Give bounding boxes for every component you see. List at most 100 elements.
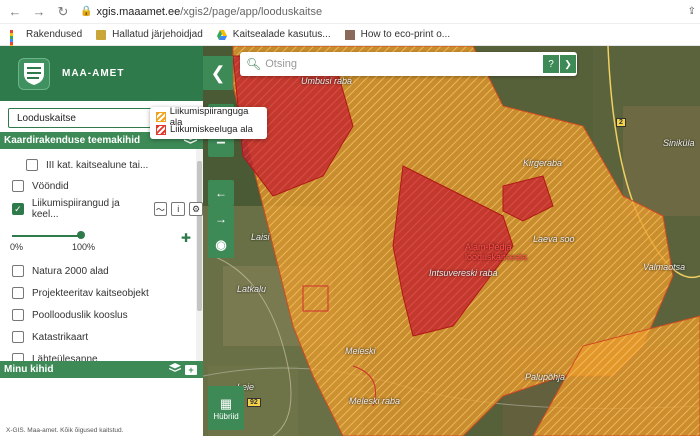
opacity-max-label: 100% [72,242,96,252]
bookmark-label: Rakendused [26,29,83,40]
place-label: Meleski [345,346,376,356]
copyright: X-GIS. Maa-amet. Kõik õigused kaitstud. [6,427,124,434]
legend-item: Liikumiskeeluga ala [156,123,261,136]
place-label: Valmaotsa [643,262,686,272]
layer-label: Liikumispiirangud ja keel... [31,198,120,220]
opacity-slider-knob[interactable] [77,231,85,239]
bookmark-kaitsealade[interactable]: Kaitsealade kasutus... [216,29,331,40]
layer-checkbox[interactable] [12,265,24,277]
basemap-switch-button[interactable]: ▦ Hübriid [208,386,244,430]
layers-stack-icon[interactable] [168,363,182,376]
bookmark-eco-print[interactable]: How to eco-print o... [344,29,451,40]
next-view-button[interactable]: → [208,206,234,232]
apps-grid-icon [10,29,20,57]
place-label: Palupõhja [525,372,566,382]
collapse-sidebar-button[interactable]: ❮ [203,56,233,90]
layer-row[interactable]: Katastrikaart [12,327,88,347]
coat-of-arms-logo [18,57,50,90]
scrollbar[interactable] [196,149,203,371]
info-icon[interactable]: i [171,202,186,216]
protected-area-label: Alam-Pedja [465,242,512,252]
lock-icon: 🔒 [80,6,93,17]
scrollbar-thumb[interactable] [197,161,202,311]
place-label: Meleski raba [349,396,401,406]
place-label: Latkalu [237,284,267,294]
legend-label: Liikumiskeeluga ala [170,124,253,135]
bookmark-label: Kaitsealade kasutus... [232,29,331,40]
layer-row[interactable]: Projekteeritav kaitseobjekt [12,283,149,303]
image-icon [344,29,355,40]
help-button[interactable]: ? [543,55,559,73]
browser-toolbar: ← → ↻ 🔒 xgis.maaamet.ee/xgis2/page/app/l… [0,0,700,24]
sidebar: MAA-AMET Looduskaitse ▼ Kaardirakenduse … [0,46,203,436]
search-placeholder: Otsing [265,58,298,70]
place-label: Intsuvereski raba [429,268,498,278]
layer-row[interactable]: III kat. kaitsealune tai... [26,155,148,175]
layer-row[interactable]: Vööndid [12,176,69,196]
search-icon: 🔍︎ [246,57,262,71]
legend-popup: Liikumispiiranguga ala Liikumiskeeluga a… [150,106,267,139]
place-label: Laeva soo [533,234,575,244]
brand-header: MAA-AMET [0,46,203,101]
theme-select-value: Looduskaitse [17,112,76,124]
bookmark-label: Hallatud järjehoidjad [112,29,203,40]
layer-label: Vööndid [32,180,69,192]
my-layers-title: Minu kihid [4,364,54,375]
opacity-min-label: 0% [10,242,24,252]
layer-checkbox[interactable] [26,159,38,171]
expand-chevron-icon[interactable]: ❯ [560,55,576,73]
settings-icon[interactable]: ⚙ [189,202,203,216]
chart-icon[interactable]: 〜 [153,202,168,216]
map-icon: ▦ [219,395,233,411]
layer-checkbox[interactable] [12,309,24,321]
layer-checkbox[interactable] [12,331,24,343]
place-label: Umbusi raba [301,76,353,86]
share-icon[interactable]: ⇪ [676,6,700,17]
url-path: /xgis2/page/app/looduskaitse [180,5,323,18]
bookmark-label: How to eco-print o... [360,29,451,40]
road-number: 92 [247,398,261,407]
layers-list: III kat. kaitsealune tai... Vööndid ✓ Li… [0,149,203,371]
search-box[interactable]: 🔍︎ Otsing ? ❯ [240,52,577,76]
layer-checkbox-checked[interactable]: ✓ [12,203,24,215]
legend-swatch-prohibited [156,124,166,135]
layer-row[interactable]: Natura 2000 alad [12,261,109,281]
place-label: Siniküla [663,138,695,148]
bookmark-apps[interactable]: Rakendused [10,29,83,57]
legend-item: Liikumispiiranguga ala [156,106,261,128]
brand-name: MAA-AMET [62,68,125,79]
previous-view-button[interactable]: ← [208,180,234,206]
layer-checkbox[interactable] [12,180,24,192]
layer-label: Projekteeritav kaitseobjekt [32,287,149,299]
layer-row[interactable]: Poollooduslik kooslus [12,305,128,325]
pin-icon[interactable]: ✚ [181,231,191,245]
drive-icon [216,29,227,40]
legend-swatch-restricted [156,111,166,122]
back-icon[interactable]: ← [6,3,24,21]
my-layers-header[interactable]: Minu kihid + [0,361,203,378]
basemap-label: Hübriid [213,411,239,421]
protected-area-label: looduskaitseala [465,252,528,262]
compass-icon[interactable]: ◉ [208,232,234,258]
bookmarks-bar: Rakendused Hallatud järjehoidjad Kaitsea… [0,24,700,57]
forward-icon[interactable]: → [30,3,48,21]
reload-icon[interactable]: ↻ [54,3,72,21]
layer-checkbox[interactable] [12,287,24,299]
road-number: 2 [616,118,626,127]
folder-icon [96,29,107,40]
section-title: Kaardirakenduse teemakihid [4,135,141,146]
url-host: xgis.maaamet.ee [96,5,181,18]
add-layer-icon[interactable]: + [185,364,197,375]
place-label: Kirgeraba [523,158,563,168]
map-view[interactable]: ❮ 🔍︎ Otsing ? ❯ + − ← → ◉ Umbusi raba Ki… [203,46,700,436]
layer-row[interactable]: ✓ Liikumispiirangud ja keel... 〜 i ⚙ [12,198,203,220]
address-bar[interactable]: 🔒 xgis.maaamet.ee/xgis2/page/app/loodusk… [80,3,676,21]
layer-label: Natura 2000 alad [32,265,109,277]
bookmark-managed[interactable]: Hallatud järjehoidjad [96,29,203,40]
layer-label: III kat. kaitsealune tai... [46,159,149,171]
opacity-slider-track[interactable] [12,235,82,237]
layer-label: Katastrikaart [32,331,89,343]
place-label: Laisi [251,232,270,242]
layer-label: Poollooduslik kooslus [32,309,128,321]
map-canvas[interactable] [203,46,700,436]
